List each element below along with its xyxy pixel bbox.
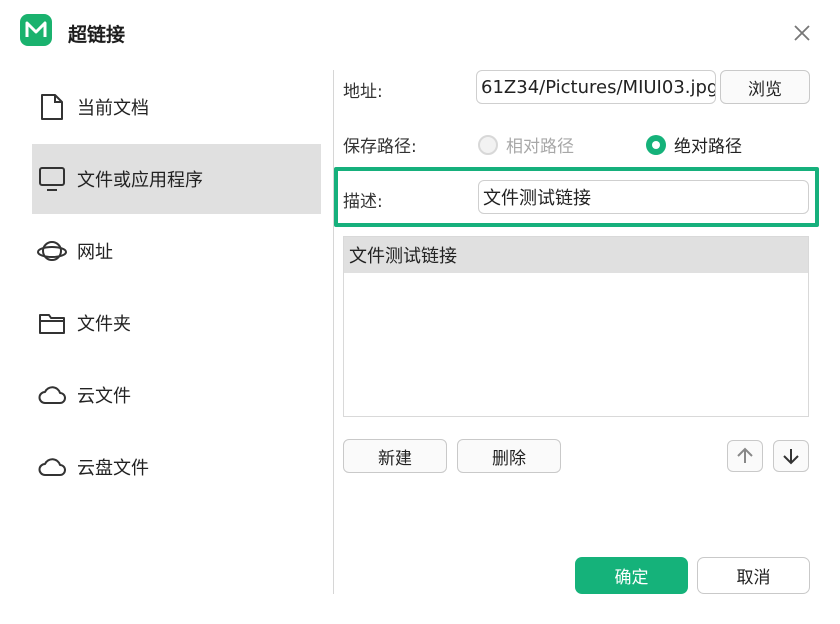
sidebar-item-label: 当前文档 (77, 98, 149, 119)
sidebar-item-current-document[interactable]: 当前文档 (32, 72, 321, 142)
arrow-up-icon (735, 446, 755, 466)
sidebar-item-label: 云文件 (77, 386, 131, 407)
list-item[interactable]: 文件测试链接 (344, 237, 808, 273)
sidebar-item-url[interactable]: 网址 (32, 216, 321, 286)
sidebar-item-label: 云盘文件 (77, 458, 149, 479)
sidebar-item-cloud-drive-file[interactable]: 云盘文件 (32, 432, 321, 502)
cancel-button[interactable]: 取消 (697, 557, 810, 594)
address-label: 地址: (343, 82, 383, 102)
document-icon (37, 92, 67, 122)
save-path-label: 保存路径: (343, 137, 417, 157)
move-down-button[interactable] (773, 440, 809, 472)
sidebar-item-cloud-file[interactable]: 云文件 (32, 360, 321, 430)
arrow-down-icon (781, 446, 801, 466)
relative-path-radio[interactable]: 相对路径 (478, 132, 574, 157)
address-input[interactable]: 61Z34/Pictures/MIUI03.jpg (476, 70, 716, 104)
sidebar-item-label: 文件夹 (77, 314, 131, 335)
sidebar-item-folder[interactable]: 文件夹 (32, 288, 321, 358)
radio-checked-icon (646, 134, 666, 155)
planet-icon (37, 236, 67, 266)
new-button[interactable]: 新建 (343, 439, 447, 473)
panel-divider (333, 70, 334, 594)
title-bar: 超链接 (0, 0, 840, 66)
cloud-icon (37, 380, 67, 410)
app-logo-icon (20, 14, 52, 46)
relative-path-label: 相对路径 (506, 137, 574, 157)
description-input[interactable]: 文件测试链接 (478, 180, 809, 214)
dialog-title: 超链接 (68, 24, 126, 46)
absolute-path-radio[interactable]: 绝对路径 (646, 132, 742, 157)
absolute-path-label: 绝对路径 (674, 137, 742, 157)
sidebar-item-label: 网址 (77, 242, 113, 263)
link-list[interactable]: 文件测试链接 (343, 236, 809, 417)
sidebar-item-file-or-app[interactable]: 文件或应用程序 (32, 144, 321, 214)
close-icon[interactable] (789, 20, 815, 46)
ok-button[interactable]: 确定 (575, 557, 688, 594)
cloud-drive-icon (37, 452, 67, 482)
radio-unchecked-icon (478, 134, 498, 155)
move-up-button[interactable] (727, 440, 763, 472)
sidebar-item-label: 文件或应用程序 (77, 170, 203, 191)
browse-button[interactable]: 浏览 (720, 70, 810, 104)
description-label: 描述: (343, 192, 383, 212)
sidebar: 当前文档 文件或应用程序 网址 文件夹 云文件 云盘文件 (0, 70, 333, 600)
monitor-icon (37, 164, 67, 194)
folder-icon (37, 308, 67, 338)
delete-button[interactable]: 删除 (457, 439, 561, 473)
